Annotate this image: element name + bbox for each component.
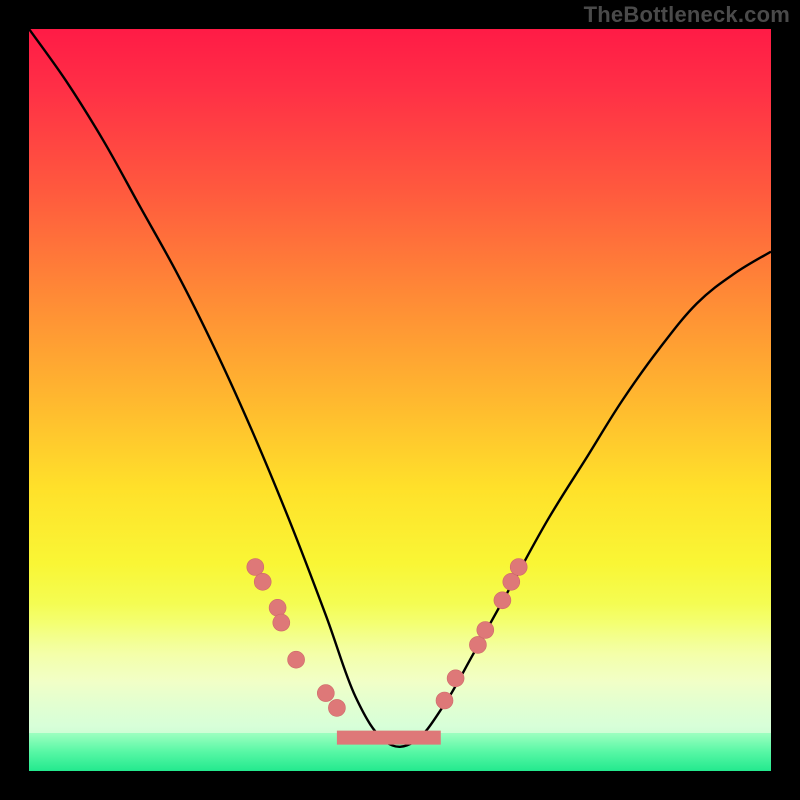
marker-dot <box>503 573 520 590</box>
marker-dot <box>254 573 271 590</box>
marker-dot <box>436 692 453 709</box>
marker-dot <box>447 670 464 687</box>
marker-dot <box>494 592 511 609</box>
marker-dot <box>328 699 345 716</box>
marker-dot <box>273 614 290 631</box>
marker-dot <box>477 622 494 639</box>
marker-dot <box>269 599 286 616</box>
bottleneck-curve <box>29 29 771 747</box>
chart-frame <box>29 29 771 771</box>
marker-dot <box>317 685 334 702</box>
marker-dot <box>288 651 305 668</box>
marker-dot <box>469 636 486 653</box>
attribution-text: TheBottleneck.com <box>584 2 790 28</box>
marker-dot <box>510 559 527 576</box>
markers-right-cluster <box>436 559 527 710</box>
chart-svg <box>29 29 771 771</box>
markers-left-cluster <box>247 559 346 717</box>
marker-dot <box>247 559 264 576</box>
